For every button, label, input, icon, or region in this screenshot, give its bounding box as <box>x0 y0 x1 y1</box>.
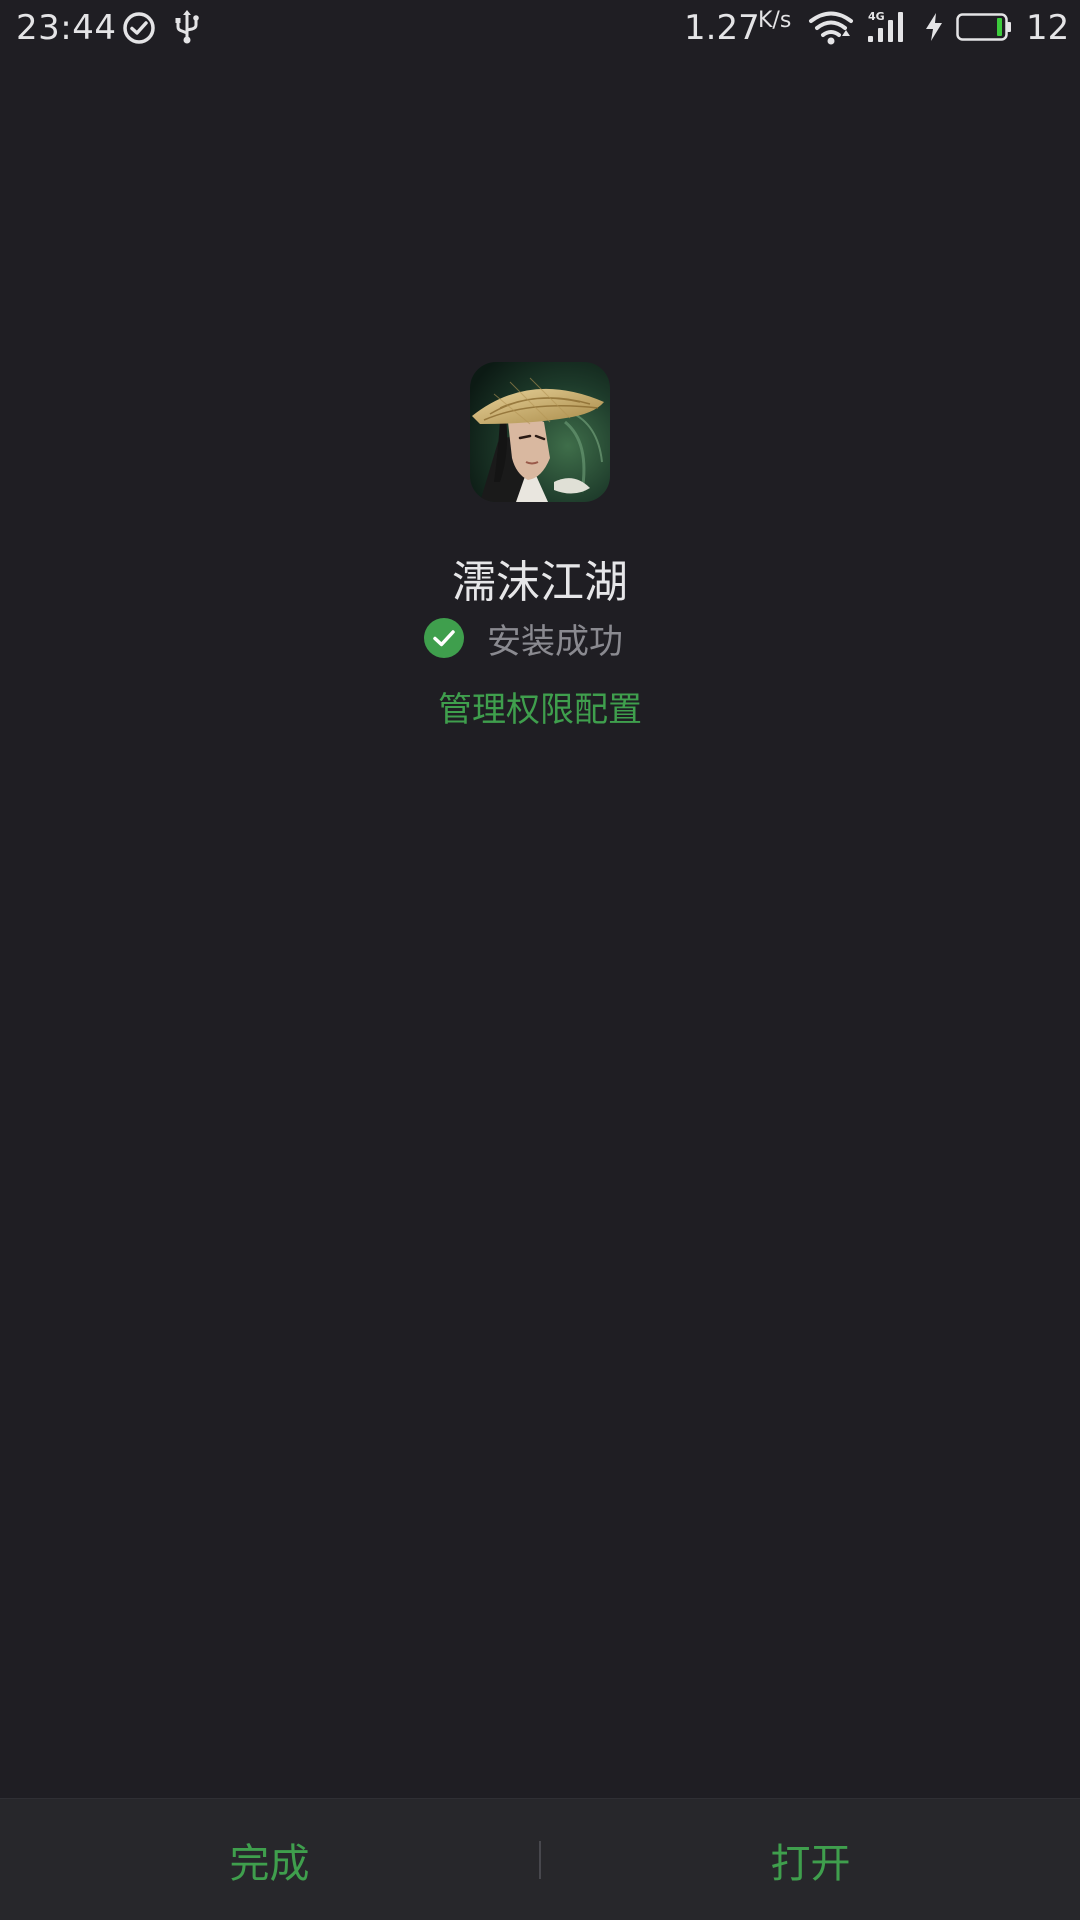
status-time: 23:44 <box>16 8 117 48</box>
charging-bolt-icon <box>926 13 942 41</box>
usb-icon <box>175 10 199 44</box>
done-button[interactable]: 完成 <box>0 1799 539 1920</box>
status-bar: 23:44 1.27 K/s 4G 12 <box>0 0 1080 62</box>
cellular-signal-icon <box>868 12 903 42</box>
battery-icon <box>956 13 1011 41</box>
battery-level: 12 <box>1026 8 1070 48</box>
check-circle-icon <box>123 12 155 44</box>
open-button[interactable]: 打开 <box>541 1799 1080 1920</box>
success-check-icon <box>424 618 464 658</box>
install-complete-screen: 23:44 1.27 K/s 4G 12 濡沫江湖 安装成功 管理权限配置 完成… <box>0 0 1080 1920</box>
wifi-icon <box>809 11 853 45</box>
manage-permissions-link[interactable]: 管理权限配置 <box>0 682 1080 731</box>
bottom-action-bar: 完成 打开 <box>0 1798 1080 1920</box>
app-name: 濡沫江湖 <box>452 557 628 608</box>
network-speed: 1.27 <box>684 8 760 48</box>
install-status-row: 安装成功 <box>0 614 1080 662</box>
app-icon <box>470 362 610 502</box>
network-speed-unit: K/s <box>758 8 792 33</box>
install-status-text: 安装成功 <box>487 621 623 662</box>
